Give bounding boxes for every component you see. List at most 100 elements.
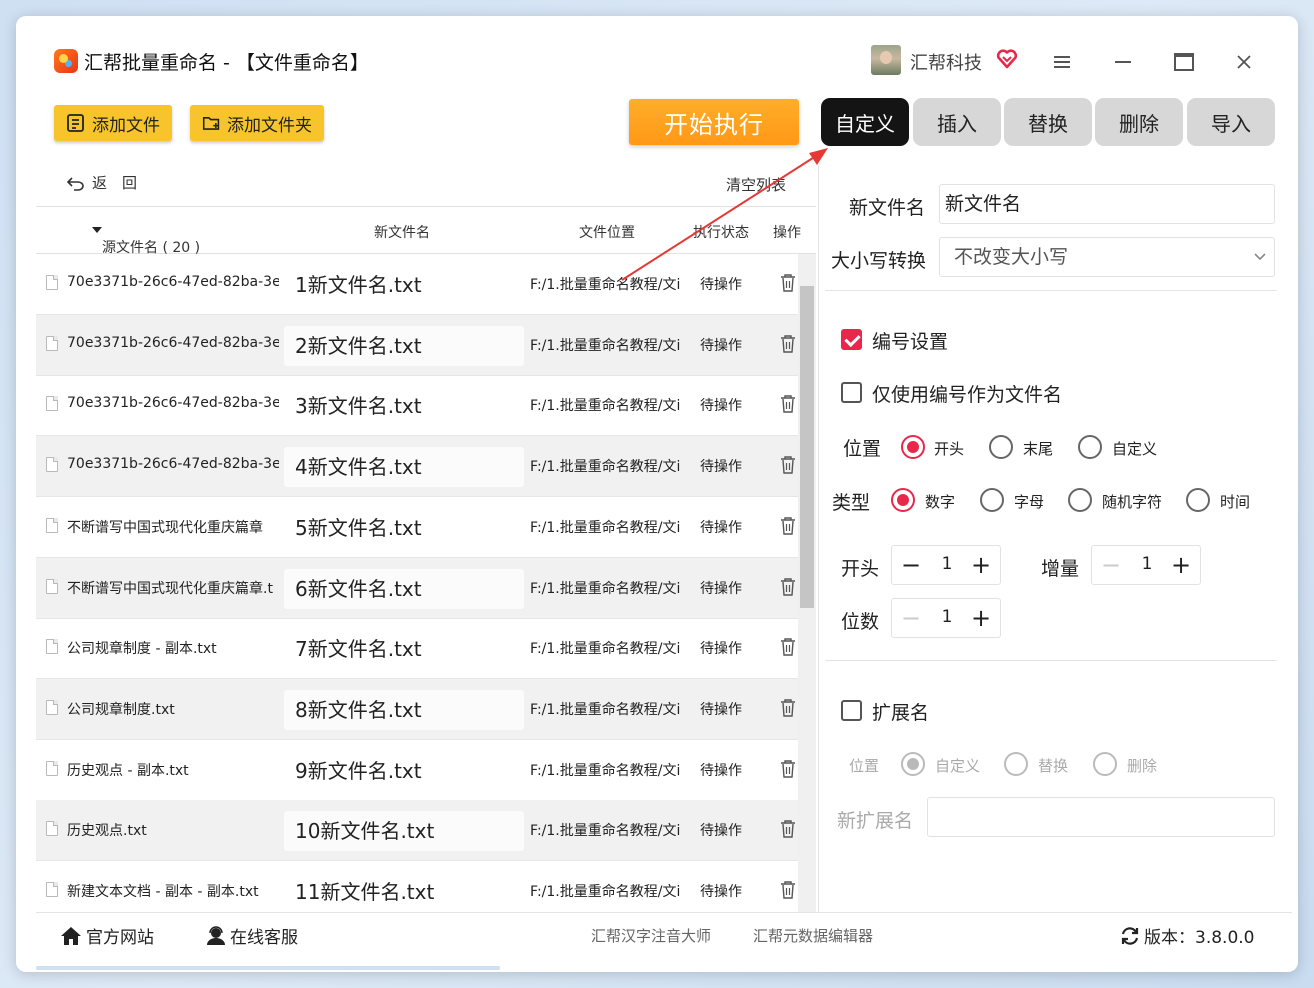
trash-icon[interactable] — [780, 759, 796, 778]
new-filename-field[interactable]: 4新文件名.txt — [284, 447, 524, 488]
execution-status: 待操作 — [700, 762, 742, 779]
start-stepper[interactable]: − 1 + — [891, 545, 1001, 585]
trash-icon[interactable] — [780, 638, 796, 656]
digits-value[interactable]: 1 — [932, 607, 962, 627]
official-website-link[interactable]: 官方网站 — [60, 923, 154, 948]
trash-icon[interactable] — [780, 577, 796, 596]
only-number-checkbox[interactable] — [841, 382, 862, 403]
type-random-radio[interactable] — [1068, 488, 1092, 512]
new-filename-field[interactable]: 10新文件名.txt — [284, 811, 524, 852]
user-avatar[interactable] — [871, 45, 901, 75]
trash-icon[interactable] — [780, 274, 796, 292]
tab-delete[interactable]: 删除 — [1095, 98, 1183, 146]
metadata-editor-link[interactable]: 汇帮元数据编辑器 — [753, 925, 873, 946]
trash-icon[interactable] — [780, 517, 796, 535]
menu-icon[interactable] — [1047, 47, 1077, 77]
add-file-button[interactable]: 添加文件 — [54, 105, 172, 141]
numbering-checkbox[interactable] — [841, 329, 862, 350]
username[interactable]: 汇帮科技 — [910, 49, 982, 75]
table-row[interactable]: 公司规章制度.txt 8新文件名.txt F:/1.批量重命名教程/文i 待操作 — [36, 678, 798, 740]
position-start-radio[interactable] — [901, 435, 925, 459]
table-row[interactable]: 历史观点.txt 10新文件名.txt F:/1.批量重命名教程/文i 待操作 — [36, 800, 798, 862]
list-scrollbar-thumb[interactable] — [800, 286, 814, 608]
table-row[interactable]: 70e3371b-26c6-47ed-82ba-3e 2新文件名.txt F:/1.… — [36, 314, 798, 376]
window-title: 汇帮批量重命名 - 【文件重命名】 — [84, 52, 369, 74]
position-end-radio[interactable] — [989, 435, 1013, 459]
type-time-radio[interactable] — [1186, 488, 1210, 512]
increment-value[interactable]: 1 — [1132, 554, 1162, 574]
home-icon — [61, 926, 81, 945]
new-filename-field[interactable]: 2新文件名.txt — [284, 325, 524, 366]
horizontal-scrollbar[interactable] — [36, 966, 500, 970]
vip-heart-icon[interactable] — [996, 48, 1018, 70]
increment-stepper[interactable]: − 1 + — [1091, 545, 1201, 585]
ext-custom-radio[interactable] — [901, 752, 925, 776]
file-icon — [46, 335, 58, 351]
trash-icon[interactable] — [780, 699, 796, 717]
new-filename-field[interactable]: 5新文件名.txt — [284, 507, 524, 548]
start-decrement-button[interactable]: − — [900, 553, 922, 577]
minimize-icon[interactable] — [1108, 47, 1138, 77]
extension-checkbox[interactable] — [841, 700, 862, 721]
maximize-icon[interactable] — [1169, 47, 1199, 77]
start-increment-button[interactable]: + — [970, 553, 992, 577]
position-end-label: 末尾 — [1023, 440, 1054, 458]
sort-down-icon — [92, 227, 102, 233]
close-icon[interactable] — [1229, 47, 1259, 77]
table-row[interactable]: 公司规章制度 - 副本.txt 7新文件名.txt F:/1.批量重命名教程/文i 待… — [36, 618, 798, 680]
table-row[interactable]: 70e3371b-26c6-47ed-82ba-3e 1新文件名.txt F:/1.… — [36, 254, 798, 315]
source-filename: 70e3371b-26c6-47ed-82ba-3e — [67, 274, 279, 290]
tab-replace[interactable]: 替换 — [1004, 98, 1092, 146]
new-filename-field[interactable]: 7新文件名.txt — [284, 629, 524, 670]
increment-decrement-button[interactable]: − — [1100, 553, 1122, 577]
trash-icon[interactable] — [780, 395, 796, 414]
table-row[interactable]: 历史观点 - 副本.txt 9新文件名.txt F:/1.批量重命名教程/文i 待操作 — [36, 740, 798, 801]
trash-icon[interactable] — [780, 334, 796, 353]
new-filename-field[interactable]: 9新文件名.txt — [284, 750, 524, 791]
start-button[interactable]: 开始执行 — [629, 99, 799, 145]
file-icon — [46, 275, 58, 290]
new-filename-field[interactable]: 1新文件名.txt — [284, 265, 524, 305]
start-value[interactable]: 1 — [932, 554, 962, 574]
case-select[interactable]: 不改变大小写 — [939, 237, 1275, 277]
add-file-icon — [67, 114, 84, 132]
tab-custom[interactable]: 自定义 — [821, 98, 909, 146]
tab-insert[interactable]: 插入 — [913, 98, 1001, 146]
new-filename-field[interactable]: 3新文件名.txt — [284, 386, 524, 427]
new-ext-input[interactable] — [927, 797, 1275, 837]
table-row[interactable]: 70e3371b-26c6-47ed-82ba-3e 3新文件名.txt F:/1.… — [36, 375, 798, 437]
clear-list-button[interactable]: 清空列表 — [726, 174, 786, 195]
online-support-link[interactable]: 在线客服 — [206, 923, 298, 948]
table-row[interactable]: 不断谱写中国式现代化重庆篇章.t 6新文件名.txt F:/1.批量重命名教程/文i… — [36, 557, 798, 619]
table-row[interactable]: 70e3371b-26c6-47ed-82ba-3e 4新文件名.txt F:/1.… — [36, 436, 798, 498]
digits-decrement-button[interactable]: − — [900, 606, 922, 630]
increment-increment-button[interactable]: + — [1170, 553, 1192, 577]
pinyin-tool-link[interactable]: 汇帮汉字注音大师 — [591, 925, 711, 946]
new-name-input[interactable]: 新文件名 — [939, 184, 1275, 224]
ext-delete-radio[interactable] — [1093, 752, 1117, 776]
add-folder-button[interactable]: 添加文件夹 — [190, 105, 324, 141]
header-source[interactable]: 源文件名 ( 20 ) — [92, 222, 200, 256]
type-letter-radio[interactable] — [980, 488, 1004, 512]
type-number-radio[interactable] — [891, 488, 915, 512]
version-info[interactable]: 版本：3.8.0.0 — [1120, 923, 1254, 948]
digits-stepper[interactable]: − 1 + — [891, 598, 1001, 638]
trash-icon[interactable] — [780, 881, 796, 899]
ext-replace-radio[interactable] — [1004, 752, 1028, 776]
trash-icon[interactable] — [780, 820, 796, 838]
back-button[interactable]: 返 回 — [66, 172, 137, 193]
source-filename: 新建文本文档 - 副本 - 副本.txt — [67, 884, 259, 900]
table-row[interactable]: 新建文本文档 - 副本 - 副本.txt 11新文件名.txt F:/1.批量重命名… — [36, 861, 798, 912]
digits-increment-button[interactable]: + — [970, 606, 992, 630]
new-filename-field[interactable]: 11新文件名.txt — [284, 872, 524, 912]
position-custom-radio[interactable] — [1078, 435, 1102, 459]
trash-icon[interactable] — [780, 456, 796, 474]
new-filename-field[interactable]: 8新文件名.txt — [284, 689, 524, 730]
new-filename-field[interactable]: 6新文件名.txt — [284, 568, 524, 609]
source-filename: 不断谱写中国式现代化重庆篇章.t — [67, 580, 273, 597]
header-new-name: 新文件名 — [374, 225, 430, 241]
tab-import[interactable]: 导入 — [1187, 98, 1275, 146]
new-ext-label: 新扩展名 — [837, 810, 914, 832]
execution-status: 待操作 — [700, 519, 742, 536]
table-row[interactable]: 不断谱写中国式现代化重庆篇章 5新文件名.txt F:/1.批量重命名教程/文i 待操… — [36, 497, 798, 558]
